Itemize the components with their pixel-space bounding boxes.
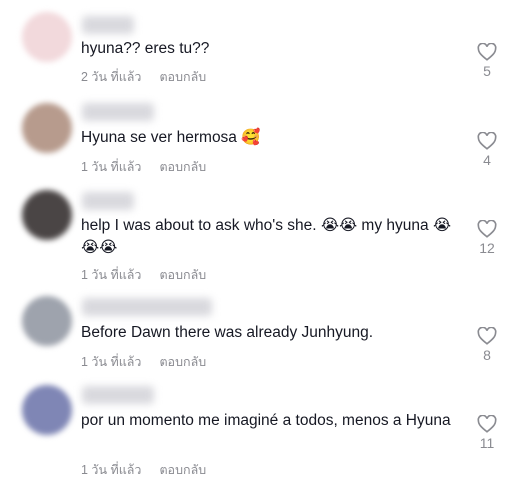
comment-text: hyuna?? eres tu??: [81, 40, 210, 57]
comment-meta: 1 วัน ที่แล้ว ตอบกลับ: [81, 352, 206, 372]
avatar[interactable]: [22, 190, 72, 240]
reply-button[interactable]: ตอบกลับ: [159, 460, 206, 480]
comment-time: 2 วัน ที่แล้ว: [81, 70, 142, 84]
comment-meta: 1 วัน ที่แล้ว ตอบกลับ: [81, 265, 206, 285]
avatar[interactable]: [22, 103, 72, 153]
avatar[interactable]: [22, 385, 72, 435]
like-button[interactable]: 5: [472, 43, 502, 79]
reply-button[interactable]: ตอบกลับ: [159, 352, 206, 372]
comment-time: 1 วัน ที่แล้ว: [81, 463, 142, 477]
like-count: 11: [479, 435, 495, 451]
like-count: 8: [483, 347, 491, 363]
username-blurred[interactable]: [82, 192, 134, 210]
avatar[interactable]: [22, 296, 72, 346]
comment-meta: 1 วัน ที่แล้ว ตอบกลับ: [81, 460, 206, 480]
comment-text: por un momento me imaginé a todos, menos…: [81, 412, 451, 429]
reply-button[interactable]: ตอบกลับ: [159, 67, 206, 87]
like-count: 5: [483, 63, 491, 79]
username-blurred[interactable]: [82, 16, 134, 34]
username-blurred[interactable]: [82, 386, 154, 404]
comment-text: Before Dawn there was already Junhyung.: [81, 324, 374, 341]
like-button[interactable]: 4: [472, 132, 502, 168]
like-button[interactable]: 11: [472, 415, 502, 451]
comment-meta: 1 วัน ที่แล้ว ตอบกลับ: [81, 157, 206, 177]
heart-icon: [477, 220, 497, 238]
like-button[interactable]: 8: [472, 327, 502, 363]
like-count: 12: [479, 240, 495, 256]
username-blurred[interactable]: [82, 103, 154, 121]
reply-button[interactable]: ตอบกลับ: [159, 157, 206, 177]
comment-meta: 2 วัน ที่แล้ว ตอบกลับ: [81, 67, 206, 87]
comment-time: 1 วัน ที่แล้ว: [81, 355, 142, 369]
reply-button[interactable]: ตอบกลับ: [159, 265, 206, 285]
heart-icon: [477, 415, 497, 433]
comment-time: 1 วัน ที่แล้ว: [81, 160, 142, 174]
username-blurred[interactable]: [82, 298, 212, 316]
heart-icon: [477, 327, 497, 345]
avatar[interactable]: [22, 12, 72, 62]
heart-icon: [477, 132, 497, 150]
comment-text: help I was about to ask who's she. 😭😭 my…: [81, 217, 452, 256]
heart-icon: [477, 43, 497, 61]
like-count: 4: [483, 152, 491, 168]
like-button[interactable]: 12: [472, 220, 502, 256]
comment-text: Hyuna se ver hermosa 🥰: [81, 129, 261, 146]
comment-time: 1 วัน ที่แล้ว: [81, 268, 142, 282]
